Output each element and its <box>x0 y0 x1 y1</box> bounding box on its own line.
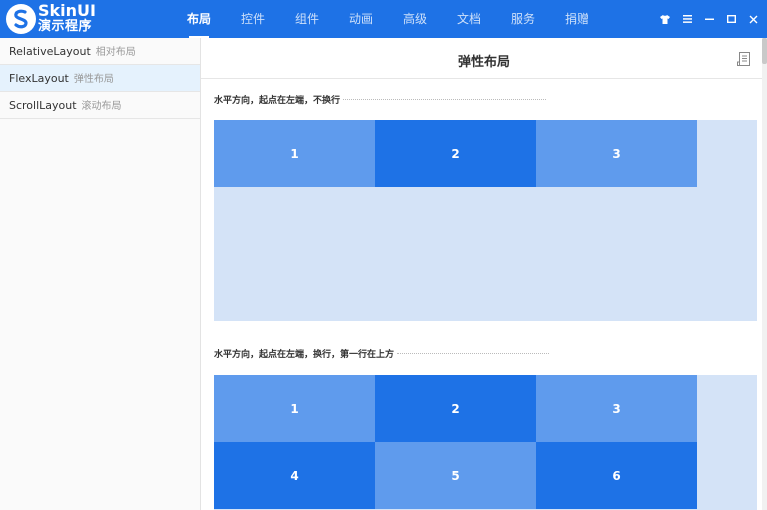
scrollbar-thumb[interactable] <box>762 38 767 64</box>
maximize-icon[interactable] <box>723 11 739 27</box>
page-header: 弹性布局 <box>201 38 767 79</box>
sidebar-item-relativelayout[interactable]: RelativeLayout 相对布局 <box>0 38 200 65</box>
shirt-icon[interactable] <box>657 11 673 27</box>
sidebar-item-label: RelativeLayout <box>9 45 91 58</box>
sidebar-item-sublabel: 相对布局 <box>95 47 136 58</box>
flex-item-6: 6 <box>536 442 697 509</box>
page-title: 弹性布局 <box>457 55 510 70</box>
sidebar-item-label: ScrollLayout <box>9 99 77 112</box>
nav-tab-docs[interactable]: 文档 <box>442 0 496 38</box>
brand-subtitle: 演示程序 <box>38 19 93 34</box>
minimize-icon[interactable] <box>701 11 717 27</box>
section-label-wrap: 水平方向，起点在左端，换行，第一行在上方 <box>214 347 550 360</box>
menu-icon[interactable] <box>679 11 695 27</box>
nav-tab-animation[interactable]: 动画 <box>334 0 388 38</box>
nav-tab-controls[interactable]: 控件 <box>226 0 280 38</box>
vertical-scrollbar[interactable] <box>762 38 767 510</box>
dotted-divider <box>397 353 550 354</box>
section-label-text: 水平方向，起点在左端，换行，第一行在上方 <box>214 350 395 360</box>
close-icon[interactable] <box>745 11 761 27</box>
sidebar: RelativeLayout 相对布局 FlexLayout 弹性布局 Scroll… <box>0 38 201 510</box>
window-controls <box>657 11 761 27</box>
flex-item-1: 1 <box>214 375 375 442</box>
flex-item-3: 3 <box>536 375 697 442</box>
nav-tab-advanced[interactable]: 高级 <box>388 0 442 38</box>
flex-item-4: 4 <box>214 442 375 509</box>
flex-container-wrap: 1 2 3 4 5 6 <box>214 375 757 510</box>
nav-tab-layout[interactable]: 布局 <box>172 0 226 38</box>
flex-item-1: 1 <box>214 120 375 187</box>
flex-item-3: 3 <box>536 120 697 187</box>
flex-item-2: 2 <box>375 120 536 187</box>
sidebar-item-label: FlexLayout <box>9 72 69 85</box>
flex-container-nowrap: 1 2 3 <box>214 120 757 321</box>
nav-tab-components[interactable]: 组件 <box>280 0 334 38</box>
main-panel: 弹性布局 水平方向，起点在左端，不换行 1 2 3 水平方向，起点在左端，换行，… <box>201 38 767 510</box>
nav-tab-services[interactable]: 服务 <box>496 0 550 38</box>
flex-item-5: 5 <box>375 442 536 509</box>
title-bar: SkinUI 演示程序 布局 控件 组件 动画 高级 文档 服务 捐赠 <box>0 0 767 38</box>
document-icon[interactable] <box>736 51 752 67</box>
skinui-logo-icon <box>6 4 36 34</box>
brand-name: SkinUI <box>38 1 96 20</box>
sidebar-item-flexlayout[interactable]: FlexLayout 弹性布局 <box>0 65 200 92</box>
sidebar-item-sublabel: 滚动布局 <box>81 101 122 112</box>
sidebar-item-scrolllayout[interactable]: ScrollLayout 滚动布局 <box>0 92 200 119</box>
section-label-text: 水平方向，起点在左端，不换行 <box>214 96 341 106</box>
nav-tab-donate[interactable]: 捐赠 <box>550 0 604 38</box>
top-nav: 布局 控件 组件 动画 高级 文档 服务 捐赠 <box>172 0 604 38</box>
dotted-divider <box>343 99 547 100</box>
section-label-nowrap: 水平方向，起点在左端，不换行 <box>214 93 547 106</box>
flex-item-2: 2 <box>375 375 536 442</box>
sidebar-item-sublabel: 弹性布局 <box>73 74 114 85</box>
